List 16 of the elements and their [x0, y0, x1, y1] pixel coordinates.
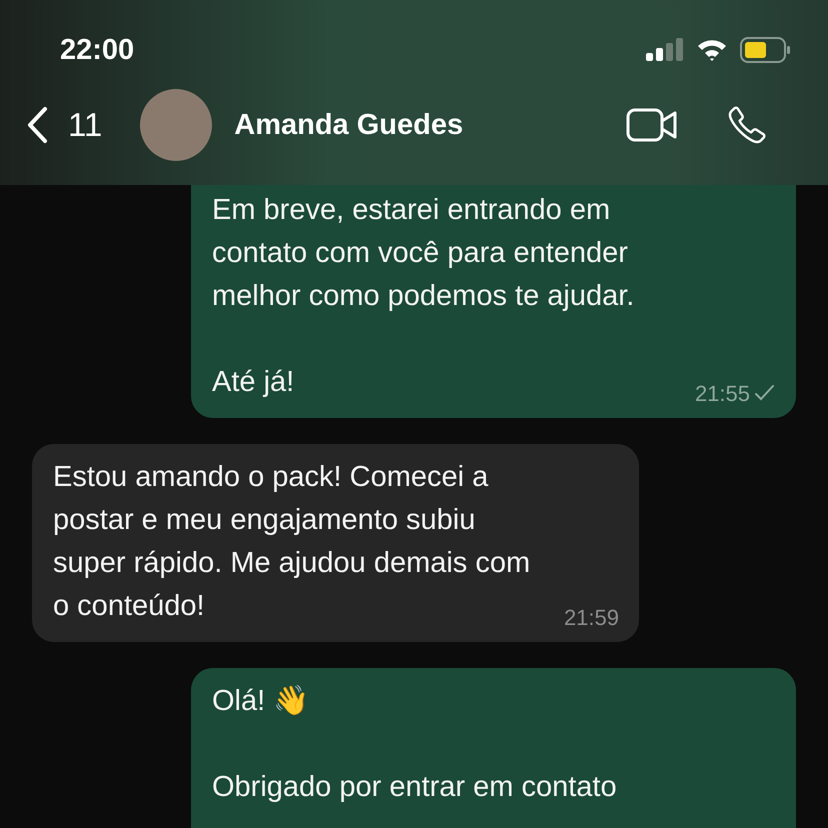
contact-name[interactable]: Amanda Guedes — [234, 108, 626, 142]
message-text: Obrigado por entrar em contato — [212, 770, 617, 805]
message-time: 21:59 — [564, 604, 619, 632]
message-text: Em breve, estarei entrando em contato com você para entender melhor como podemos te ajudar. — [212, 193, 634, 314]
back-button[interactable]: 11 — [26, 106, 102, 144]
status-time: 22:00 — [60, 34, 134, 66]
phone-icon[interactable] — [726, 104, 768, 146]
message-text: Até já! — [212, 365, 294, 400]
wifi-icon — [696, 38, 728, 62]
battery-icon — [740, 37, 792, 63]
signal-icon — [646, 38, 684, 62]
message-text: Estou amando o pack! Comecei a postar e meu engajamento subiu super rápido. Me ajudou demais com o conteúdo! — [53, 460, 530, 624]
chevron-left-icon — [26, 106, 48, 144]
message-text: Olá! 👋 — [212, 684, 310, 719]
message-time: 21:55 — [694, 380, 750, 408]
video-call-icon[interactable] — [626, 108, 678, 142]
